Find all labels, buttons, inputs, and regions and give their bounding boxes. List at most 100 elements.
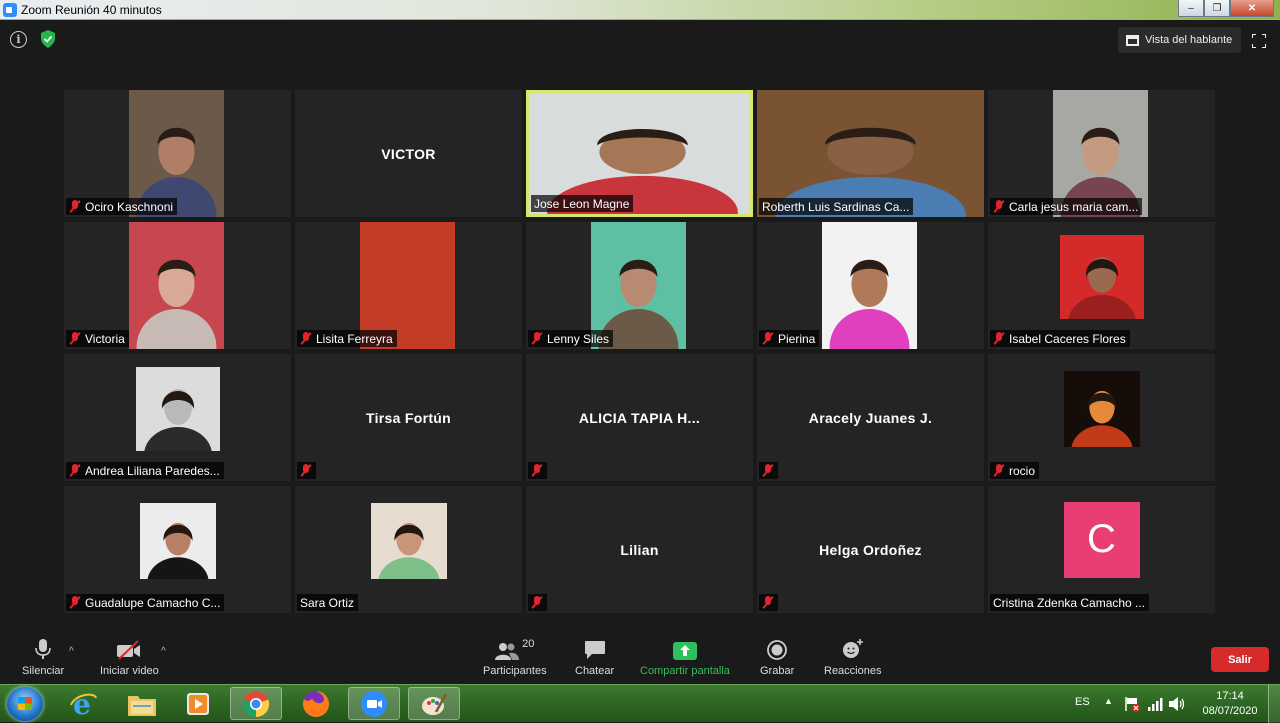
muted-microphone-icon	[69, 464, 81, 477]
participant-name-tag: Cristina Zdenka Camacho ...	[990, 594, 1150, 611]
muted-microphone-icon	[69, 332, 81, 345]
network-signal-icon[interactable]	[1147, 697, 1163, 711]
participant-name-label: Pierina	[778, 331, 816, 346]
start-video-label: Iniciar video	[100, 665, 159, 677]
participant-name-tag: Isabel Caceres Flores	[990, 330, 1130, 347]
participant-name-label: Victoria	[85, 331, 125, 346]
close-window-button[interactable]: ✕	[1230, 0, 1274, 17]
muted-microphone-icon	[762, 464, 774, 477]
system-clock[interactable]: 17:14 08/07/2020	[1196, 689, 1264, 719]
participant-display-name: Lilian	[620, 541, 659, 558]
participant-name-tag	[297, 462, 316, 479]
minimize-button[interactable]: –	[1178, 0, 1204, 17]
security-shield-icon[interactable]	[40, 30, 56, 48]
participant-tile[interactable]: Lenny Siles	[526, 222, 753, 349]
media-player-icon[interactable]	[172, 687, 224, 720]
participant-name-tag	[528, 462, 547, 479]
participant-tile[interactable]: Victoria	[64, 222, 291, 349]
action-center-flag-icon[interactable]	[1124, 696, 1140, 712]
participant-photo	[135, 366, 220, 451]
microphone-icon	[35, 638, 51, 660]
audio-options-caret[interactable]: ^	[69, 646, 74, 657]
participant-tile[interactable]: VICTOR	[295, 90, 522, 217]
participant-name-label: Ociro Kaschnoni	[85, 199, 174, 214]
participant-tile[interactable]: Lisita Ferreyra	[295, 222, 522, 349]
clock-date: 08/07/2020	[1202, 705, 1258, 717]
chat-button[interactable]: Chatear	[575, 638, 614, 677]
start-video-button[interactable]: Iniciar video	[100, 638, 159, 677]
participant-tile[interactable]: rocio	[988, 354, 1215, 481]
participant-tile[interactable]: Tirsa Fortún	[295, 354, 522, 481]
participant-tile[interactable]: Jose Leon Magne	[526, 90, 753, 217]
participant-name-tag: Carla jesus maria cam...	[990, 198, 1143, 215]
participant-photo	[139, 502, 216, 579]
participant-tile[interactable]: Helga Ordoñez	[757, 486, 984, 613]
participant-name-tag: Victoria	[66, 330, 129, 347]
participant-tile[interactable]: Andrea Liliana Paredes...	[64, 354, 291, 481]
participant-photo	[370, 502, 447, 579]
zoom-taskbar-icon[interactable]	[348, 687, 400, 720]
maximize-button[interactable]: ❐	[1204, 0, 1230, 17]
show-hidden-icons-arrow[interactable]: ▲	[1104, 696, 1113, 706]
participant-name-tag	[759, 462, 778, 479]
language-indicator[interactable]: ES	[1075, 696, 1090, 708]
participant-name-tag: Lisita Ferreyra	[297, 330, 397, 347]
participant-tile[interactable]: Isabel Caceres Flores	[988, 222, 1215, 349]
volume-icon[interactable]	[1168, 696, 1186, 712]
participant-tile[interactable]: C Cristina Zdenka Camacho ...	[988, 486, 1215, 613]
participant-name-tag: Andrea Liliana Paredes...	[66, 462, 224, 479]
muted-microphone-icon	[531, 332, 543, 345]
participant-display-name: Helga Ordoñez	[819, 541, 922, 558]
participant-tile[interactable]: Lilian	[526, 486, 753, 613]
firefox-icon[interactable]	[290, 687, 342, 720]
participants-label: Participantes	[483, 665, 547, 677]
fullscreen-icon[interactable]	[1252, 34, 1266, 48]
participant-name-tag: Jose Leon Magne	[531, 195, 634, 212]
participant-tile[interactable]: Pierina	[757, 222, 984, 349]
muted-microphone-icon	[531, 596, 543, 609]
participant-name-label: Lenny Siles	[547, 331, 610, 346]
participant-name-label: Lisita Ferreyra	[316, 331, 393, 346]
leave-meeting-button[interactable]: Salir	[1211, 647, 1269, 672]
participants-button[interactable]: 20 Participantes	[483, 638, 547, 677]
participant-gallery: Ociro Kaschnoni VICTOR Jose Leon Magne Ro…	[64, 90, 1216, 613]
reactions-button[interactable]: Reacciones	[824, 638, 881, 677]
participant-name-label: Roberth Luis Sardinas Ca...	[762, 199, 910, 214]
participant-tile[interactable]: Guadalupe Camacho C...	[64, 486, 291, 613]
record-button[interactable]: Grabar	[760, 638, 794, 677]
window-title-bar: Zoom Reunión 40 minutos – ❐ ✕	[0, 0, 1280, 20]
participant-tile[interactable]: Ociro Kaschnoni	[64, 90, 291, 217]
mute-button[interactable]: Silenciar	[22, 638, 64, 677]
participant-name-label: Guadalupe Camacho C...	[85, 595, 221, 610]
video-options-caret[interactable]: ^	[161, 646, 166, 657]
participant-display-name: Aracely Juanes J.	[808, 409, 933, 426]
participant-tile[interactable]: Roberth Luis Sardinas Ca...	[757, 90, 984, 217]
participant-tile[interactable]: ALICIA TAPIA H...	[526, 354, 753, 481]
participant-name-label: Sara Ortiz	[300, 595, 355, 610]
meeting-toolbar: Silenciar ^ Iniciar video ^ 20 Participa…	[0, 632, 1280, 684]
window-controls: – ❐ ✕	[1178, 0, 1274, 17]
start-button[interactable]	[7, 687, 43, 721]
speaker-view-button[interactable]: Vista del hablante	[1118, 27, 1242, 53]
participant-tile[interactable]: Carla jesus maria cam...	[988, 90, 1215, 217]
record-label: Grabar	[760, 665, 795, 677]
participant-name-tag: rocio	[990, 462, 1040, 479]
show-desktop-button[interactable]	[1268, 685, 1280, 723]
meeting-info-icon[interactable]: i	[10, 31, 27, 48]
participant-initial-avatar: C	[1063, 501, 1140, 578]
muted-microphone-icon	[300, 332, 312, 345]
internet-explorer-icon[interactable]: e	[58, 687, 110, 720]
participant-name-tag: Ociro Kaschnoni	[66, 198, 178, 215]
participant-name-tag: Sara Ortiz	[297, 594, 359, 611]
participant-tile[interactable]: Aracely Juanes J.	[757, 354, 984, 481]
file-explorer-icon[interactable]	[116, 687, 168, 720]
paint-icon[interactable]	[408, 687, 460, 720]
muted-microphone-icon	[993, 464, 1005, 477]
participant-name-label: Cristina Zdenka Camacho ...	[993, 595, 1146, 610]
participant-video	[129, 222, 224, 349]
share-screen-button[interactable]: Compartir pantalla	[640, 638, 730, 677]
participant-tile[interactable]: Sara Ortiz	[295, 486, 522, 613]
zoom-app-icon	[3, 3, 17, 17]
participant-name-label: Carla jesus maria cam...	[1009, 199, 1139, 214]
chrome-icon[interactable]	[230, 687, 282, 720]
